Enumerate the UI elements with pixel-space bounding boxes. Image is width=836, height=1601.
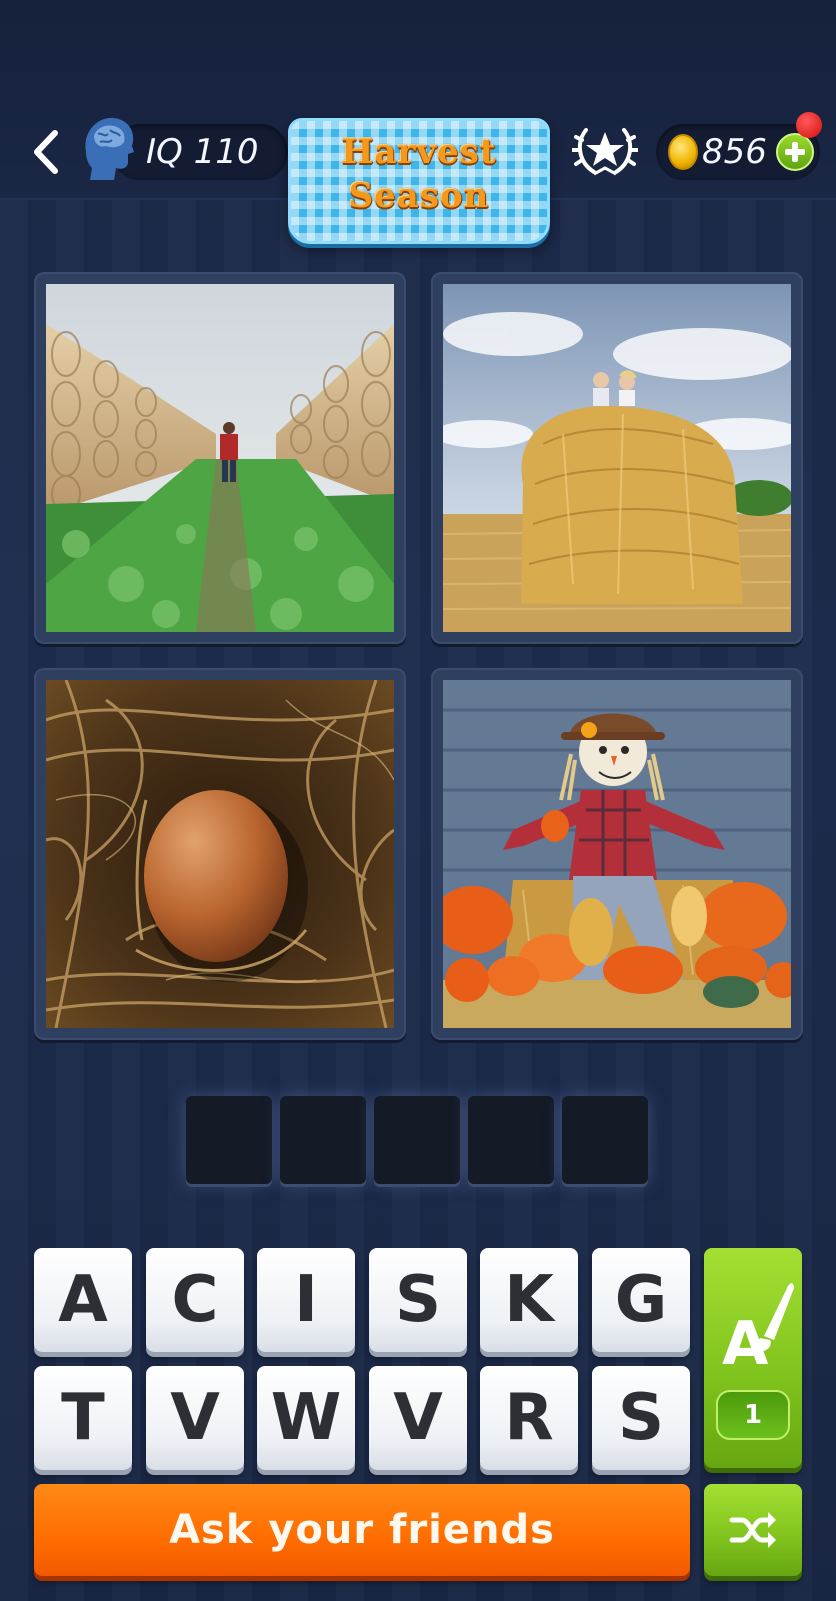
- photo-egg-in-nest: [46, 680, 394, 1028]
- photo-hay-bale-rows: [46, 284, 394, 632]
- answer-slots: [186, 1096, 650, 1186]
- photo-children-on-hay-bale: [443, 284, 791, 632]
- plus-icon: [785, 142, 805, 162]
- answer-slot[interactable]: [468, 1096, 554, 1184]
- back-button[interactable]: [24, 124, 68, 180]
- ask-friends-button[interactable]: Ask your friends: [34, 1484, 690, 1576]
- picture-tile-1[interactable]: [34, 272, 406, 644]
- picture-tile-2[interactable]: [431, 272, 803, 644]
- chevron-left-icon: [34, 130, 58, 174]
- letter-key[interactable]: V: [369, 1366, 467, 1470]
- letter-key[interactable]: K: [480, 1248, 578, 1352]
- letter-key[interactable]: T: [34, 1366, 132, 1470]
- letter-brush-icon: A: [722, 1283, 794, 1378]
- achievements-button[interactable]: [571, 120, 639, 182]
- answer-slot[interactable]: [374, 1096, 460, 1184]
- banner-title-line2: Season: [348, 176, 490, 216]
- level-banner: Harvest Season: [288, 118, 550, 244]
- brain-head-icon: [76, 112, 140, 184]
- hint-count-badge: 1: [716, 1390, 790, 1440]
- notification-dot: [796, 112, 822, 138]
- banner-title-line1: Harvest: [341, 132, 497, 172]
- laurel-star-icon: [571, 128, 639, 176]
- letter-key[interactable]: V: [146, 1366, 244, 1470]
- picture-tile-4[interactable]: [431, 668, 803, 1040]
- shuffle-icon: [729, 1512, 776, 1548]
- answer-slot[interactable]: [562, 1096, 648, 1184]
- letter-key[interactable]: I: [257, 1248, 355, 1352]
- letter-key[interactable]: R: [480, 1366, 578, 1470]
- iq-score: IQ 110: [146, 132, 259, 172]
- letter-key[interactable]: S: [592, 1366, 690, 1470]
- answer-slot[interactable]: [280, 1096, 366, 1184]
- answer-slot[interactable]: [186, 1096, 272, 1184]
- add-coins-button[interactable]: [776, 133, 814, 171]
- letter-key[interactable]: A: [34, 1248, 132, 1352]
- letter-key[interactable]: C: [146, 1248, 244, 1352]
- shuffle-button[interactable]: [704, 1484, 802, 1576]
- letter-key[interactable]: G: [592, 1248, 690, 1352]
- letter-key[interactable]: W: [257, 1366, 355, 1470]
- coin-balance: 856: [702, 132, 767, 172]
- picture-tile-3[interactable]: [34, 668, 406, 1040]
- coin-icon: [668, 134, 698, 170]
- letter-key[interactable]: S: [369, 1248, 467, 1352]
- photo-scarecrow-pumpkins: [443, 680, 791, 1028]
